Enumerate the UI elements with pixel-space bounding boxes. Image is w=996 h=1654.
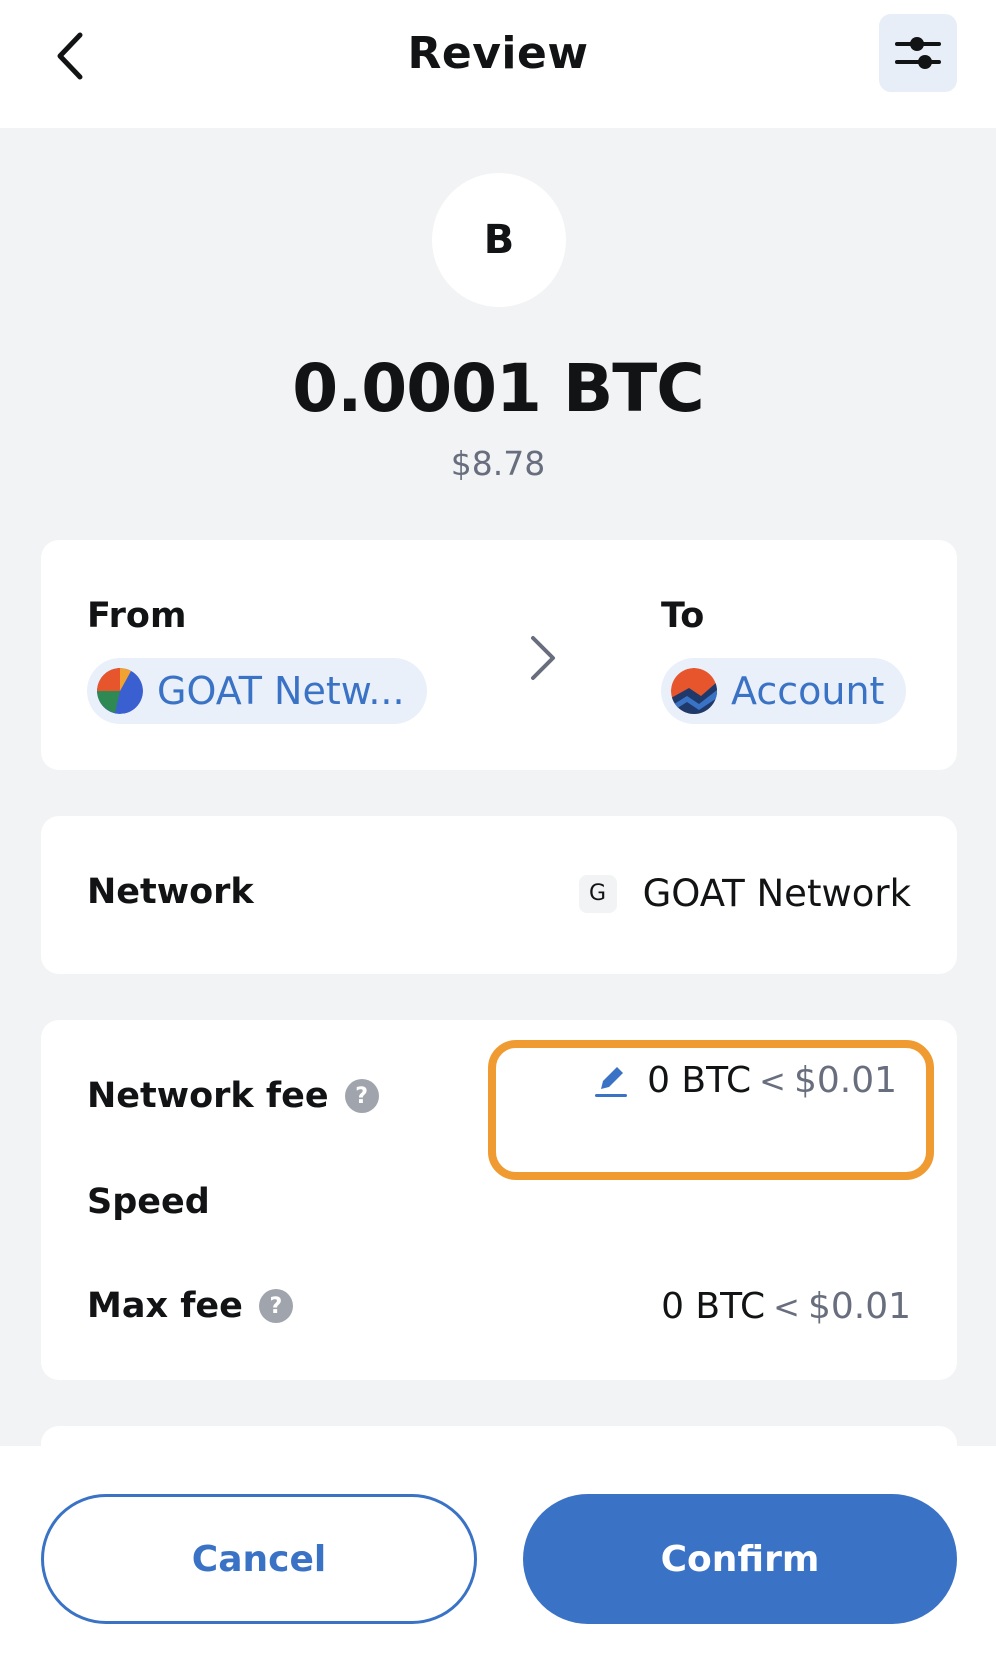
network-name: GOAT Network <box>642 872 911 915</box>
network-fee-row-label: Network fee ? <box>87 1076 379 1116</box>
header: Review <box>0 0 996 128</box>
settings-button[interactable] <box>879 14 957 92</box>
speed-label: Speed <box>87 1182 210 1222</box>
token-avatar: B <box>432 173 566 307</box>
network-fee-value[interactable]: 0 BTC < $0.01 <box>591 1060 897 1101</box>
to-label: To <box>661 596 705 636</box>
network-fee-label: Network fee <box>87 1076 329 1116</box>
network-card: Network G GOAT Network <box>41 816 957 974</box>
max-fee-separator: < <box>773 1287 800 1326</box>
cancel-button[interactable]: Cancel <box>41 1494 477 1624</box>
help-icon[interactable]: ? <box>344 1079 379 1113</box>
to-account-name: Account <box>731 669 885 713</box>
network-fee-fiat: $0.01 <box>793 1060 897 1101</box>
fiat-amount: $8.78 <box>450 444 546 483</box>
network-badge-icon: G <box>578 874 617 913</box>
max-fee-label: Max fee <box>87 1286 243 1326</box>
from-account-name: GOAT Netw... <box>157 669 405 713</box>
from-account-pill[interactable]: GOAT Netw... <box>87 658 427 724</box>
max-fee-btc: 0 BTC <box>661 1286 766 1327</box>
chevron-right-icon <box>531 636 555 680</box>
network-fee-btc: 0 BTC <box>647 1060 752 1101</box>
network-value: G GOAT Network <box>578 872 911 915</box>
fee-card: Network fee ? 0 BTC < $0.01 Speed Max fe… <box>41 1020 957 1380</box>
max-fee-row-label: Max fee ? <box>87 1286 293 1326</box>
edit-pencil-icon <box>595 1066 628 1097</box>
network-fee-separator: < <box>759 1061 786 1100</box>
help-icon[interactable]: ? <box>258 1289 293 1323</box>
max-fee-value: 0 BTC < $0.01 <box>661 1286 911 1327</box>
footer: Cancel Confirm <box>0 1446 996 1654</box>
confirm-button[interactable]: Confirm <box>523 1494 957 1624</box>
page-title: Review <box>407 28 589 79</box>
to-account-pill[interactable]: Account <box>661 658 907 724</box>
to-account-avatar <box>671 668 717 714</box>
from-to-card: From GOAT Netw... To Account <box>41 540 957 770</box>
amount: 0.0001 BTC <box>292 350 704 427</box>
network-label: Network <box>87 872 254 912</box>
from-label: From <box>87 596 187 636</box>
max-fee-fiat: $0.01 <box>807 1286 911 1327</box>
from-account-avatar <box>97 668 143 714</box>
sliders-icon <box>895 37 941 69</box>
